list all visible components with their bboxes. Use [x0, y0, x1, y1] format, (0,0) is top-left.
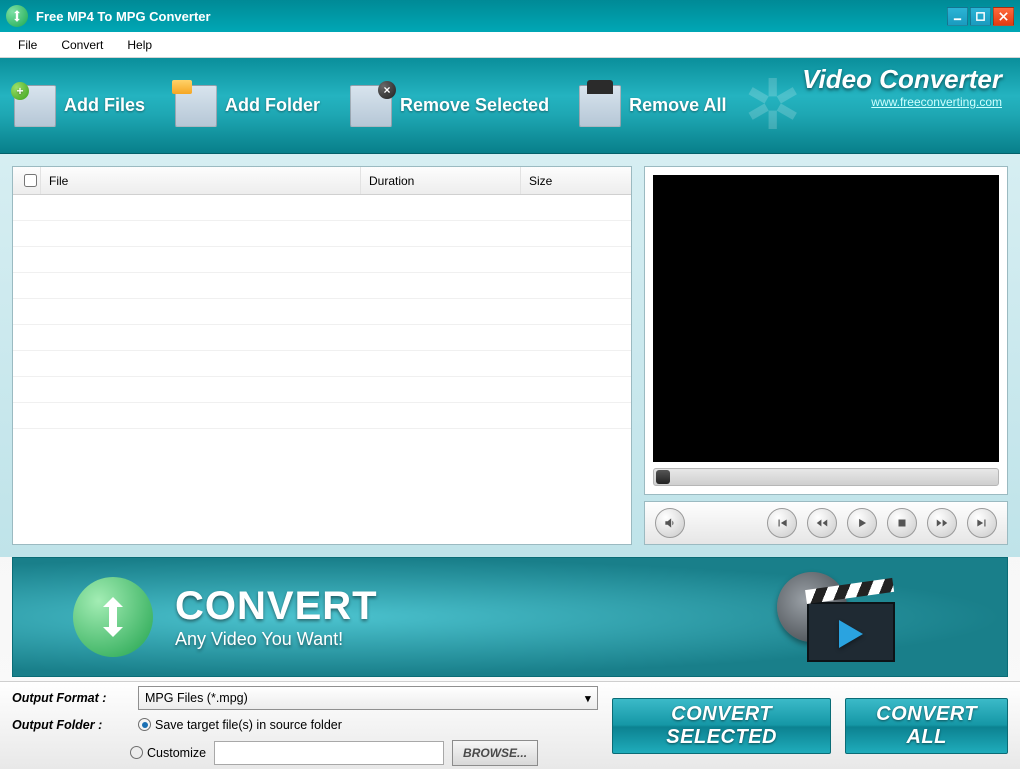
- convert-banner-icon: [73, 577, 153, 657]
- banner-subline: Any Video You Want!: [175, 629, 378, 650]
- toolbar: + Add Files Add Folder × Remove Selected…: [0, 58, 1020, 154]
- rewind-button[interactable]: [807, 508, 837, 538]
- video-frame: [644, 166, 1008, 495]
- radio-customize[interactable]: Customize: [130, 746, 206, 760]
- seek-bar[interactable]: [653, 468, 999, 486]
- menu-file[interactable]: File: [6, 34, 49, 56]
- menubar: File Convert Help: [0, 32, 1020, 58]
- chevron-down-icon: ▾: [585, 690, 591, 705]
- titlebar: Free MP4 To MPG Converter: [0, 0, 1020, 32]
- radio-dot-icon: [130, 746, 143, 759]
- bottom-bar: Output Format : MPG Files (*.mpg) ▾ Outp…: [0, 681, 1020, 769]
- remove-all-icon: [579, 85, 621, 127]
- banner-art: [777, 572, 907, 664]
- add-files-button[interactable]: + Add Files: [14, 85, 145, 127]
- output-settings: Output Format : MPG Files (*.mpg) ▾ Outp…: [12, 686, 598, 766]
- stop-button[interactable]: [887, 508, 917, 538]
- menu-convert[interactable]: Convert: [49, 34, 115, 56]
- table-row: [13, 377, 631, 403]
- remove-selected-button[interactable]: × Remove Selected: [350, 85, 549, 127]
- column-file[interactable]: File: [41, 167, 361, 194]
- table-row: [13, 221, 631, 247]
- output-folder-label: Output Folder :: [12, 718, 130, 732]
- brand-block: ✲ Video Converter www.freeconverting.com: [802, 64, 1002, 109]
- prev-track-button[interactable]: [767, 508, 797, 538]
- add-files-label: Add Files: [64, 95, 145, 116]
- add-folder-label: Add Folder: [225, 95, 320, 116]
- film-reel-icon: ✲: [743, 64, 802, 146]
- column-size[interactable]: Size: [521, 167, 631, 194]
- volume-button[interactable]: [655, 508, 685, 538]
- brand-title: Video Converter: [802, 64, 1002, 95]
- remove-all-button[interactable]: Remove All: [579, 85, 726, 127]
- minimize-button[interactable]: [947, 7, 968, 26]
- remove-selected-icon: ×: [350, 85, 392, 127]
- output-format-value: MPG Files (*.mpg): [145, 691, 248, 705]
- radio-source-label: Save target file(s) in source folder: [155, 718, 342, 732]
- window-buttons: [947, 7, 1014, 26]
- select-all-checkbox-input[interactable]: [24, 174, 37, 187]
- menu-help[interactable]: Help: [115, 34, 164, 56]
- forward-button[interactable]: [927, 508, 957, 538]
- convert-selected-button[interactable]: CONVERT SELECTED: [612, 698, 831, 754]
- player-controls: [644, 501, 1008, 545]
- file-list-panel: File Duration Size: [12, 166, 632, 545]
- banner-headline: CONVERT: [175, 584, 378, 629]
- radio-dot-icon: [138, 718, 151, 731]
- convert-all-button[interactable]: CONVERT ALL: [845, 698, 1008, 754]
- column-duration[interactable]: Duration: [361, 167, 521, 194]
- seek-knob[interactable]: [656, 470, 670, 484]
- play-triangle-icon: [839, 620, 863, 648]
- table-row: [13, 403, 631, 429]
- remove-selected-label: Remove Selected: [400, 95, 549, 116]
- file-list-header: File Duration Size: [13, 167, 631, 195]
- banner-text: CONVERT Any Video You Want!: [175, 584, 378, 650]
- convert-banner[interactable]: CONVERT Any Video You Want!: [12, 557, 1008, 677]
- output-format-label: Output Format :: [12, 691, 130, 705]
- table-row: [13, 325, 631, 351]
- add-folder-button[interactable]: Add Folder: [175, 85, 320, 127]
- custom-path-input[interactable]: [214, 741, 444, 765]
- radio-customize-label: Customize: [147, 746, 206, 760]
- table-row: [13, 247, 631, 273]
- output-format-select[interactable]: MPG Files (*.mpg) ▾: [138, 686, 598, 710]
- add-files-icon: +: [14, 85, 56, 127]
- play-button[interactable]: [847, 508, 877, 538]
- table-row: [13, 195, 631, 221]
- table-row: [13, 273, 631, 299]
- file-list-body[interactable]: [13, 195, 631, 544]
- app-window: Free MP4 To MPG Converter File Convert H…: [0, 0, 1020, 769]
- browse-button[interactable]: BROWSE...: [452, 740, 538, 766]
- video-preview[interactable]: [653, 175, 999, 462]
- app-title: Free MP4 To MPG Converter: [36, 9, 211, 24]
- add-folder-icon: [175, 85, 217, 127]
- radio-source-folder[interactable]: Save target file(s) in source folder: [138, 718, 342, 732]
- maximize-button[interactable]: [970, 7, 991, 26]
- remove-all-label: Remove All: [629, 95, 726, 116]
- table-row: [13, 299, 631, 325]
- preview-panel: [644, 166, 1008, 545]
- close-button[interactable]: [993, 7, 1014, 26]
- app-logo-icon: [6, 5, 28, 27]
- brand-url-link[interactable]: www.freeconverting.com: [802, 95, 1002, 109]
- content-area: File Duration Size: [0, 154, 1020, 557]
- select-all-checkbox[interactable]: [13, 167, 41, 194]
- next-track-button[interactable]: [967, 508, 997, 538]
- table-row: [13, 351, 631, 377]
